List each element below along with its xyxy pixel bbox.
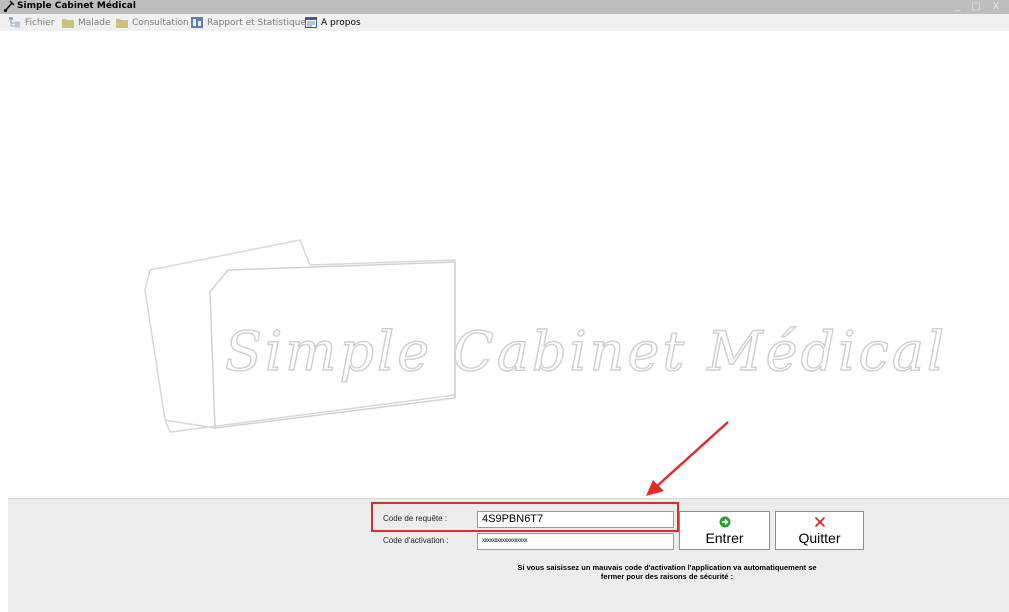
menu-item-rapport[interactable]: Rapport et Statistiques xyxy=(191,14,311,31)
title-bar: Simple Cabinet Médical _ □ X xyxy=(0,0,1009,14)
enter-button[interactable]: Entrer xyxy=(679,511,770,550)
enter-button-label: Entrer xyxy=(705,530,744,546)
maximize-button[interactable]: □ xyxy=(968,1,984,13)
menu-label-malade: Malade xyxy=(78,17,111,28)
minimize-button[interactable]: _ xyxy=(950,1,966,13)
menu-item-malade[interactable]: Malade xyxy=(62,14,111,31)
quit-button-label: Quitter xyxy=(798,530,841,546)
menu-bar: Fichier Malade Consultation Rapport et S… xyxy=(0,14,1009,31)
request-code-highlight xyxy=(371,502,679,532)
close-icon xyxy=(814,516,826,528)
menu-label-fichier: Fichier xyxy=(25,17,55,28)
menu-label-consultation: Consultation xyxy=(132,17,189,28)
report-icon xyxy=(191,17,203,28)
close-button[interactable]: X xyxy=(988,1,1004,13)
warning-line-1: Si vous saisissez un mauvais code d'acti… xyxy=(517,563,817,572)
tree-icon xyxy=(9,17,20,28)
menu-item-fichier[interactable]: Fichier xyxy=(9,14,54,31)
warning-line-2: fermer pour des raisons de sécurité : xyxy=(600,572,734,581)
window-title: Simple Cabinet Médical xyxy=(17,1,136,11)
activation-code-label: Code d'activation : xyxy=(383,536,449,545)
menu-label-rapport: Rapport et Statistiques xyxy=(207,17,311,28)
main-canvas: Simple Cabinet Médical xyxy=(0,31,1009,498)
stethoscope-icon xyxy=(3,0,15,13)
red-arrow-annotation xyxy=(646,421,729,496)
security-warning: Si vous saisissez un mauvais code d'acti… xyxy=(463,563,871,581)
menu-label-apropos: A propos xyxy=(321,17,361,28)
quit-button[interactable]: Quitter xyxy=(775,511,864,550)
activation-code-field[interactable]: xxxxxxxxxxxxxxxxxx xyxy=(477,533,674,550)
menu-item-consultation[interactable]: Consultation xyxy=(116,14,189,31)
folder-icon xyxy=(116,19,128,28)
menu-item-apropos[interactable]: A propos xyxy=(305,14,361,31)
about-icon xyxy=(305,17,317,28)
go-arrow-icon xyxy=(719,516,731,528)
folder-icon xyxy=(62,19,74,28)
